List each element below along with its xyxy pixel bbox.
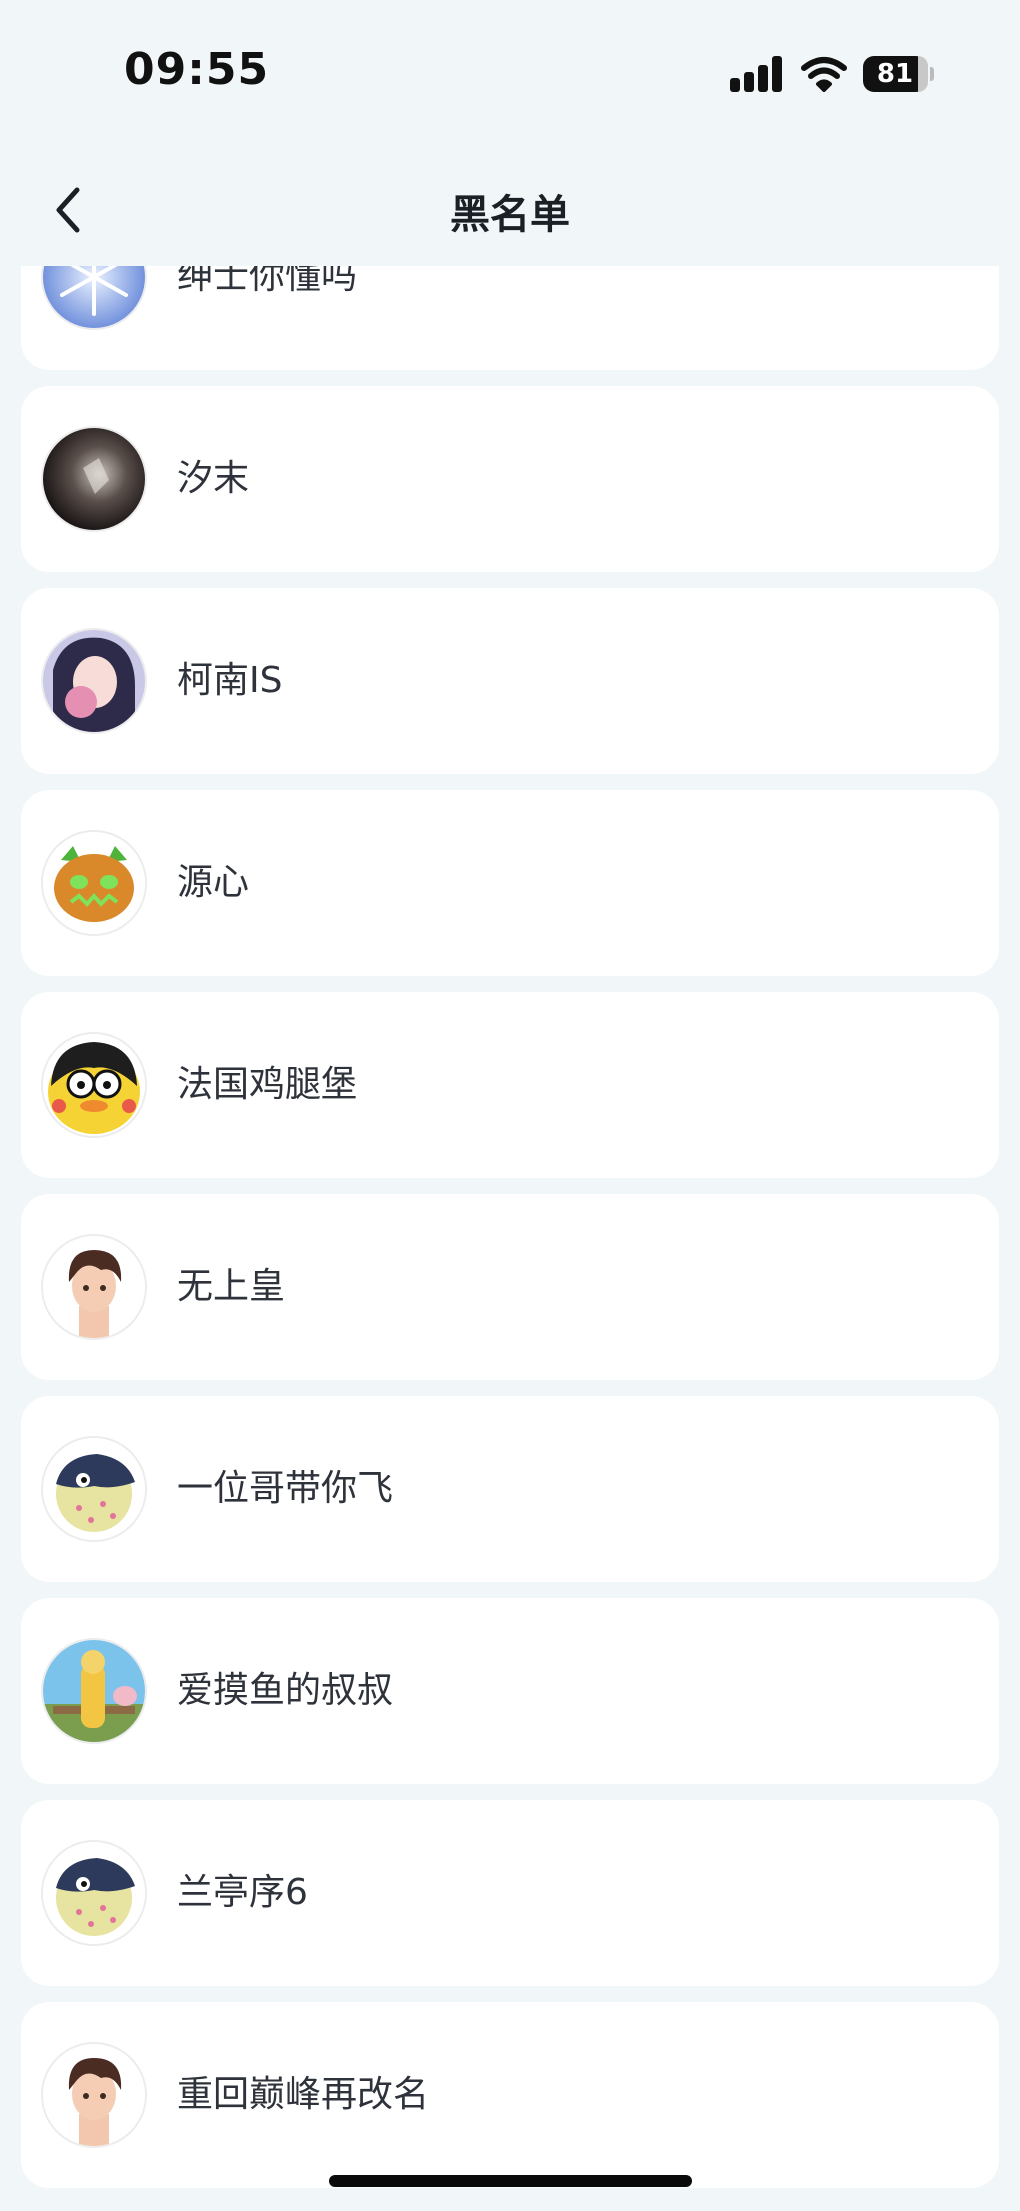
blocked-user-item[interactable]: 绅士你懂吗 (21, 266, 999, 370)
wifi-icon (800, 56, 848, 92)
battery-terminal (930, 67, 934, 81)
blocked-user-item[interactable]: 无上皇 (21, 1194, 999, 1380)
yellow-outfit-avatar (43, 1640, 145, 1742)
blocked-user-item[interactable]: 爱摸鱼的叔叔 (21, 1598, 999, 1784)
status-bar: 09:55 81 (0, 0, 1020, 150)
cellular-signal-icon (730, 56, 784, 92)
anime-girl-avatar (43, 630, 145, 732)
blocked-user-item[interactable]: 法国鸡腿堡 (21, 992, 999, 1178)
blocked-user-list[interactable]: 绅士你懂吗 汐末 柯南IS 源心 法国鸡腿堡 无上皇 一位哥带你飞 爱摸鱼的叔叔… (0, 266, 1020, 2211)
blocked-user-name: 法国鸡腿堡 (177, 1064, 358, 1105)
battery-empty-segment (918, 56, 928, 92)
blocked-user-name: 绅士你懂吗 (177, 266, 358, 297)
boy-character-avatar (43, 2044, 145, 2146)
pufferfish-avatar (43, 1842, 145, 1944)
pumpkin-cat-avatar (43, 832, 145, 934)
blocked-user-name: 兰亭序6 (177, 1872, 308, 1913)
blocked-user-name: 一位哥带你飞 (177, 1468, 394, 1509)
blocked-user-item[interactable]: 一位哥带你飞 (21, 1396, 999, 1582)
blocked-user-item[interactable]: 重回巅峰再改名 (21, 2002, 999, 2188)
blocked-user-item[interactable]: 源心 (21, 790, 999, 976)
blocked-user-name: 重回巅峰再改名 (177, 2074, 430, 2115)
page-title: 黑名单 (450, 192, 570, 238)
dark-figure-avatar (43, 428, 145, 530)
blocked-user-item[interactable]: 汐末 (21, 386, 999, 572)
navigation-bar: 黑名单 (0, 150, 1020, 268)
snowflake-avatar (43, 266, 145, 328)
blocked-user-item[interactable]: 柯南IS (21, 588, 999, 774)
blocked-user-name: 柯南IS (177, 660, 283, 701)
home-indicator[interactable] (329, 2175, 692, 2187)
pufferfish-avatar (43, 1438, 145, 1540)
blocked-user-item[interactable]: 兰亭序6 (21, 1800, 999, 1986)
status-time: 09:55 (124, 44, 270, 95)
blocked-user-name: 爱摸鱼的叔叔 (177, 1670, 394, 1711)
blocked-user-name: 汐末 (177, 458, 250, 499)
blocked-user-name: 无上皇 (177, 1266, 286, 1307)
blocked-user-name: 源心 (177, 862, 250, 903)
boy-character-avatar (43, 1236, 145, 1338)
cartoon-duck-avatar (43, 1034, 145, 1136)
